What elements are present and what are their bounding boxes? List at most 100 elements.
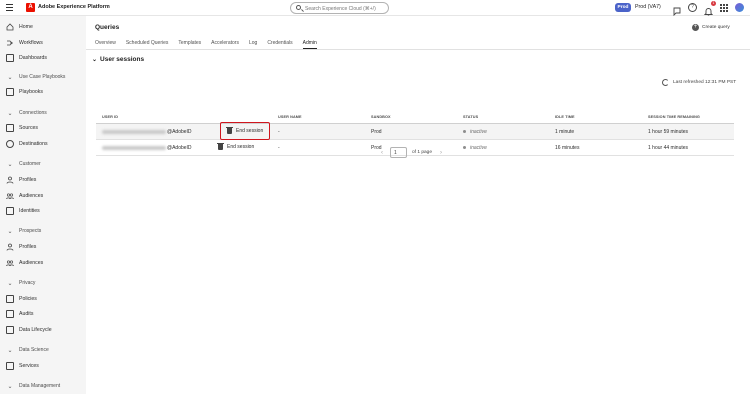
sidebar-item-dashboards[interactable]: Dashboards: [6, 53, 47, 63]
sidebar-item-identities[interactable]: Identities: [6, 206, 40, 216]
section-label: Customer: [19, 161, 41, 167]
end-session-label: End session: [236, 128, 264, 134]
sidebar: Home Workflows Dashboards ⌄ Use Case Pla…: [0, 16, 86, 394]
dashboards-icon: [6, 54, 14, 62]
sidebar-item-destinations[interactable]: Destinations: [6, 139, 48, 149]
section-prospects[interactable]: ⌄ Prospects: [6, 226, 41, 236]
user-id-suffix: @AdobeID: [167, 129, 192, 135]
user-sessions-toggle[interactable]: ⌄ User sessions: [92, 56, 144, 63]
column-header-user-name[interactable]: USER NAME: [278, 115, 302, 119]
chevron-left-icon[interactable]: ‹: [381, 150, 383, 156]
column-header-status[interactable]: STATUS: [463, 115, 478, 119]
create-query-label: Create query: [702, 25, 730, 30]
trash-icon: [226, 127, 233, 134]
bell-icon[interactable]: 1: [703, 1, 716, 16]
chevron-right-icon[interactable]: ›: [440, 150, 442, 156]
chevron-down-icon: ⌄: [7, 280, 13, 287]
home-icon: [6, 23, 14, 31]
column-header-user-id[interactable]: USER ID: [102, 115, 118, 119]
section-label: Data Management: [19, 383, 61, 389]
status-cell: inactive: [463, 129, 487, 135]
sidebar-item-audits[interactable]: Audits: [6, 309, 33, 319]
identities-icon: [6, 207, 14, 215]
menu-icon[interactable]: [6, 4, 13, 11]
idle-time-cell: 16 minutes: [555, 145, 580, 151]
section-use-case-playbooks[interactable]: ⌄ Use Case Playbooks: [6, 72, 65, 82]
apps-grid-icon[interactable]: [719, 3, 728, 12]
user-id-cell: @AdobeID: [102, 129, 192, 135]
status-dot: [463, 130, 466, 134]
avatar[interactable]: [735, 3, 744, 12]
feedback-icon[interactable]: [673, 3, 682, 17]
sidebar-item-prospect-profiles[interactable]: Profiles: [6, 242, 36, 252]
search-icon: [296, 5, 301, 10]
section-privacy[interactable]: ⌄ Privacy: [6, 278, 35, 288]
column-header-sandbox[interactable]: SANDBOX: [371, 115, 391, 119]
sidebar-item-data-lifecycle[interactable]: Data Lifecycle: [6, 325, 52, 335]
adobe-logo[interactable]: A: [26, 3, 35, 12]
sidebar-item-workflows[interactable]: Workflows: [6, 38, 43, 48]
chevron-down-icon: ⌄: [92, 57, 98, 63]
refresh-button[interactable]: Last refreshed 12:31 PM PST: [662, 79, 736, 86]
sidebar-item-sources[interactable]: Sources: [6, 123, 38, 133]
sidebar-item-label: Profiles: [19, 177, 37, 183]
main-content: Queries + Create query Overview Schedule…: [86, 16, 750, 394]
page-input[interactable]: 1: [390, 147, 407, 158]
sidebar-item-label: Audits: [19, 311, 34, 317]
sandbox-switcher[interactable]: Prod (VA7): [635, 4, 661, 10]
section-data-management[interactable]: ⌄ Data Management: [6, 381, 60, 391]
session-remaining-cell: 1 hour 59 minutes: [648, 129, 689, 135]
sidebar-item-label: Sources: [19, 125, 39, 131]
sidebar-item-label: Destinations: [19, 141, 48, 147]
sidebar-item-audiences[interactable]: Audiences: [6, 191, 43, 201]
sidebar-item-label: Profiles: [19, 244, 37, 250]
sidebar-item-services[interactable]: Services: [6, 361, 39, 371]
chevron-down-icon: ⌄: [7, 228, 13, 235]
status-text: inactive: [470, 129, 487, 135]
search-placeholder: Search Experience Cloud (⌘+/): [305, 6, 376, 12]
help-icon[interactable]: ?: [688, 3, 697, 12]
user-id-cell: @AdobeID: [102, 145, 192, 151]
status-cell: inactive: [463, 145, 487, 151]
add-icon: +: [692, 24, 699, 31]
sidebar-item-label: Identities: [19, 208, 40, 214]
data-lifecycle-icon: [6, 326, 14, 334]
pagination: ‹ 1 of 1 page ›: [381, 147, 442, 158]
section-label: Use Case Playbooks: [19, 74, 66, 80]
sandbox-cell: Prod: [371, 145, 382, 151]
section-data-science[interactable]: ⌄ Data Science: [6, 345, 48, 355]
sidebar-item-playbooks[interactable]: Playbooks: [6, 87, 43, 97]
end-session-button[interactable]: End session: [220, 122, 271, 140]
column-header-idle-time[interactable]: IDLE TIME: [555, 115, 575, 119]
profiles-icon: [6, 243, 14, 251]
page-count-label: of 1 page: [412, 150, 433, 155]
end-session-button[interactable]: End session: [214, 141, 258, 153]
page-title: Queries: [95, 24, 120, 31]
destinations-icon: [6, 140, 14, 148]
section-label: Connections: [19, 110, 47, 116]
app-name[interactable]: Adobe Experience Platform: [38, 4, 110, 10]
sandbox-pill[interactable]: Prod: [615, 3, 631, 12]
create-query-button[interactable]: + Create query: [692, 24, 730, 31]
section-label: Privacy: [19, 280, 36, 286]
table-row[interactable]: @AdobeID End session - Prod inactive 1 m…: [96, 122, 734, 140]
search-input[interactable]: Search Experience Cloud (⌘+/): [290, 2, 389, 14]
refresh-icon: [662, 79, 669, 86]
redacted-text: [102, 129, 166, 134]
status-text: inactive: [470, 145, 487, 151]
sidebar-item-home[interactable]: Home: [6, 22, 33, 32]
sidebar-item-label: Data Lifecycle: [19, 327, 52, 333]
sidebar-item-label: Home: [19, 24, 33, 30]
sidebar-item-policies[interactable]: Policies: [6, 294, 37, 304]
section-customer[interactable]: ⌄ Customer: [6, 159, 41, 169]
sidebar-item-profiles[interactable]: Profiles: [6, 175, 36, 185]
sidebar-item-prospect-audiences[interactable]: Audiences: [6, 258, 43, 268]
sidebar-item-label: Audiences: [19, 193, 44, 199]
audiences-icon: [6, 192, 14, 200]
section-title: User sessions: [100, 56, 145, 63]
audiences-icon: [6, 259, 14, 267]
column-header-session-time[interactable]: SESSION TIME REMAINING: [648, 115, 700, 119]
section-connections[interactable]: ⌄ Connections: [6, 108, 47, 118]
profiles-icon: [6, 176, 14, 184]
sources-icon: [6, 124, 14, 132]
